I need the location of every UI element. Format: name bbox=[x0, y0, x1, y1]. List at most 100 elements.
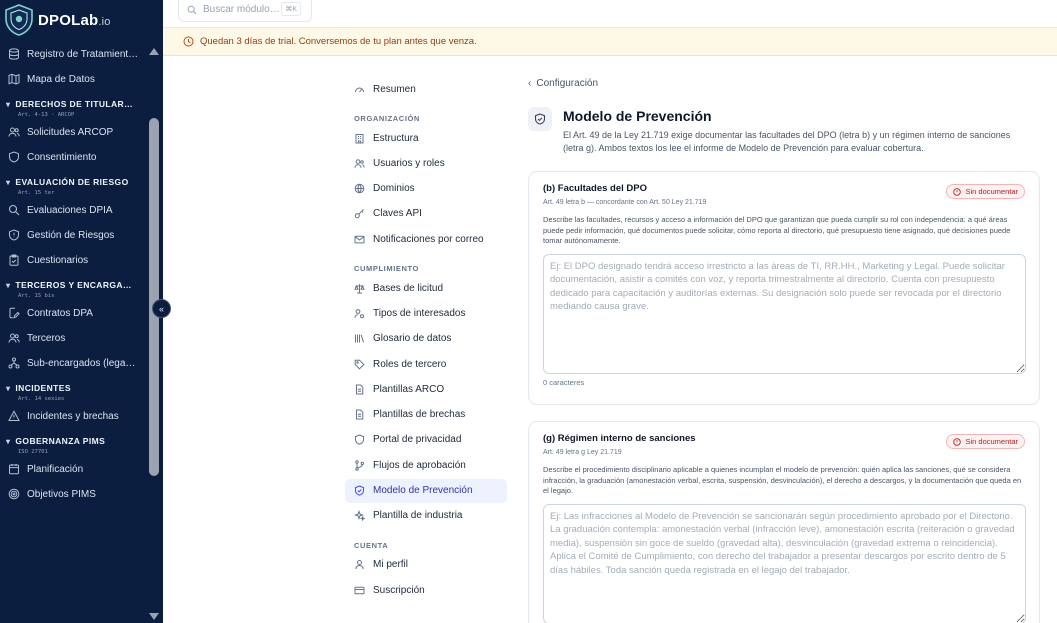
scale-icon bbox=[354, 283, 365, 294]
status-badge: Sin documentar bbox=[946, 184, 1025, 199]
card-facultades-dpo: (b) Facultades del DPO Art. 49 letra b —… bbox=[528, 171, 1040, 405]
search-box[interactable]: Buscar módulo… ⌘K bbox=[178, 0, 312, 22]
card-legal-reference: Art. 49 letra b — concordante con Art. 5… bbox=[543, 199, 707, 206]
settings-nav-glosario-datos[interactable]: Glosario de datos bbox=[345, 327, 507, 351]
settings-nav-dominios[interactable]: Dominios bbox=[345, 177, 507, 201]
gauge-icon bbox=[355, 87, 364, 92]
sidebar-item-consentimiento[interactable]: Consentimiento bbox=[0, 146, 147, 168]
sidebar-item-contratos-dpa[interactable]: Contratos DPA bbox=[0, 302, 147, 324]
sidebar-section-gobernanza[interactable]: ▾ GOBERNANZA PIMS ISO 27701 bbox=[0, 436, 147, 455]
settings-nav-plantillas-brechas[interactable]: Plantillas de brechas bbox=[345, 403, 507, 427]
sidebar-item-label: Evaluaciones DPIA bbox=[27, 204, 113, 216]
settings-nav-roles-tercero[interactable]: Roles de tercero bbox=[345, 352, 507, 376]
file-text-icon bbox=[356, 384, 364, 395]
clipboard-icon bbox=[9, 254, 19, 266]
sidebar-item-label: Mapa de Datos bbox=[27, 73, 95, 85]
file-text-icon bbox=[356, 409, 364, 420]
sidebar-item-mapa-datos[interactable]: Mapa de Datos bbox=[0, 68, 147, 90]
users-icon bbox=[8, 333, 20, 343]
settings-nav-portal-privacidad[interactable]: Portal de privacidad bbox=[345, 428, 507, 452]
sidebar-section-terceros[interactable]: ▾ TERCEROS Y ENCARGA… Art. 15 bis bbox=[0, 280, 147, 299]
section-title: GOBERNANZA PIMS bbox=[15, 436, 106, 446]
sidebar: DPOLab.io Registro de Tratamient… Mapa d… bbox=[0, 0, 163, 623]
chevron-down-icon: ▾ bbox=[6, 177, 11, 187]
library-icon bbox=[355, 334, 364, 343]
settings-section-organizacion: ORGANIZACIÓN bbox=[354, 114, 420, 123]
globe-icon bbox=[354, 183, 365, 194]
settings-nav: Resumen ORGANIZACIÓN Estructura Usuarios… bbox=[345, 77, 507, 603]
shield-logo-icon bbox=[5, 4, 33, 36]
settings-nav-notificaciones[interactable]: Notificaciones por correo bbox=[345, 227, 507, 251]
map-icon bbox=[8, 73, 20, 85]
card-legal-reference: Art. 49 letra g Ley 21.719 bbox=[543, 449, 622, 456]
settings-nav-flujos-aprobacion[interactable]: Flujos de aprobación bbox=[345, 453, 507, 477]
sidebar-item-label: Contratos DPA bbox=[27, 307, 93, 319]
scroll-up-arrow-icon[interactable] bbox=[149, 48, 159, 55]
settings-nav-plantilla-industria[interactable]: Plantilla de industria bbox=[345, 504, 507, 528]
sidebar-section-derechos[interactable]: ▾ DERECHOS DE TITULAR… Art. 4-13 · ARCOP bbox=[0, 99, 147, 118]
back-to-configuracion-link[interactable]: ‹ Configuración bbox=[528, 70, 1040, 96]
shield-check-icon bbox=[534, 113, 546, 125]
settings-nav-usuarios-roles[interactable]: Usuarios y roles bbox=[345, 151, 507, 175]
sidebar-item-label: Terceros bbox=[27, 332, 66, 344]
settings-nav-resumen[interactable]: Resumen bbox=[345, 77, 507, 101]
section-subtitle: ISO 27701 bbox=[18, 449, 48, 455]
chevron-left-icon: ‹ bbox=[528, 77, 532, 89]
settings-nav-modelo-prevencion[interactable]: Modelo de Prevención bbox=[345, 478, 507, 503]
sidebar-item-label: Incidentes y brechas bbox=[27, 410, 119, 422]
tag-icon bbox=[354, 359, 365, 370]
settings-nav-suscripcion[interactable]: Suscripción bbox=[345, 578, 507, 602]
brand-logo[interactable]: DPOLab.io bbox=[4, 3, 111, 37]
double-chevron-left-icon: « bbox=[158, 303, 164, 314]
settings-nav-tipos-interesados[interactable]: Tipos de interesados bbox=[345, 301, 507, 325]
sidebar-item-label: Cuestionarios bbox=[27, 254, 89, 266]
search-placeholder: Buscar módulo… bbox=[203, 4, 280, 15]
sidebar-section-incidentes[interactable]: ▾ INCIDENTES Art. 14 sexies bbox=[0, 383, 147, 402]
section-subtitle: Art. 15 ter bbox=[18, 190, 55, 196]
section-title: TERCEROS Y ENCARGA… bbox=[15, 280, 132, 290]
file-edit-icon bbox=[9, 307, 20, 319]
sidebar-item-label: Planificación bbox=[27, 463, 84, 475]
card-regimen-sanciones: (g) Régimen interno de sanciones Art. 49… bbox=[528, 421, 1040, 623]
settings-nav-estructura[interactable]: Estructura bbox=[345, 126, 507, 150]
sidebar-item-cuestionarios[interactable]: Cuestionarios bbox=[0, 249, 147, 271]
sidebar-section-evaluacion[interactable]: ▾ EVALUACIÓN DE RIESGO Art. 15 ter bbox=[0, 177, 147, 196]
sidebar-item-evaluaciones-dpia[interactable]: Evaluaciones DPIA bbox=[0, 199, 147, 221]
git-branch-icon bbox=[355, 460, 365, 471]
alert-icon bbox=[8, 410, 20, 421]
settings-nav-plantillas-arco[interactable]: Plantillas ARCO bbox=[345, 377, 507, 401]
brand-suffix: .io bbox=[98, 15, 111, 28]
section-subtitle: Art. 15 bis bbox=[18, 293, 55, 299]
settings-section-cumplimiento: CUMPLIMIENTO bbox=[354, 264, 419, 274]
collapse-sidebar-button[interactable]: « bbox=[152, 299, 171, 318]
card-description: Describe el procedimiento disciplinario … bbox=[543, 465, 1022, 495]
facultades-dpo-textarea[interactable] bbox=[543, 253, 1026, 374]
sidebar-item-solicitudes-arcop[interactable]: Solicitudes ARCOP bbox=[0, 121, 147, 143]
chevron-down-icon: ▾ bbox=[6, 280, 11, 290]
sidebar-item-objetivos-pims[interactable]: Objetivos PIMS bbox=[0, 483, 147, 505]
calendar-icon bbox=[9, 464, 19, 475]
trial-banner-text: Quedan 3 días de trial. Conversemos de t… bbox=[200, 36, 477, 47]
scroll-down-arrow-icon[interactable] bbox=[149, 613, 159, 620]
sidebar-item-gestion-riesgos[interactable]: Gestión de Riesgos bbox=[0, 224, 147, 246]
shield-check-icon bbox=[355, 485, 364, 496]
section-title: DERECHOS DE TITULAR… bbox=[15, 99, 133, 109]
settings-section-cuenta: CUENTA bbox=[354, 540, 389, 550]
sidebar-item-planificacion[interactable]: Planificación bbox=[0, 458, 147, 480]
page-header: Modelo de Prevención El Art. 49 de la Le… bbox=[528, 106, 1040, 155]
character-count: 0 caracteres bbox=[543, 377, 585, 387]
sidebar-item-sub-encargados[interactable]: Sub-encargados (lega… bbox=[0, 352, 147, 374]
settings-nav-mi-perfil[interactable]: Mi perfil bbox=[345, 553, 507, 577]
sidebar-item-incidentes-brechas[interactable]: Incidentes y brechas bbox=[0, 405, 147, 427]
settings-nav-claves-api[interactable]: Claves API bbox=[345, 202, 507, 226]
sidebar-item-label: Gestión de Riesgos bbox=[27, 229, 115, 241]
regimen-sanciones-textarea[interactable] bbox=[543, 503, 1026, 623]
status-badge: Sin documentar bbox=[946, 434, 1025, 449]
building-icon bbox=[355, 133, 364, 143]
sidebar-item-registro[interactable]: Registro de Tratamient… bbox=[0, 43, 147, 65]
brand-name: DPOLab bbox=[38, 11, 99, 29]
sidebar-item-terceros[interactable]: Terceros bbox=[0, 327, 147, 349]
settings-nav-bases-licitud[interactable]: Bases de licitud bbox=[345, 276, 507, 300]
target-icon bbox=[8, 488, 20, 500]
sidebar-scrollbar-thumb[interactable] bbox=[149, 118, 159, 476]
